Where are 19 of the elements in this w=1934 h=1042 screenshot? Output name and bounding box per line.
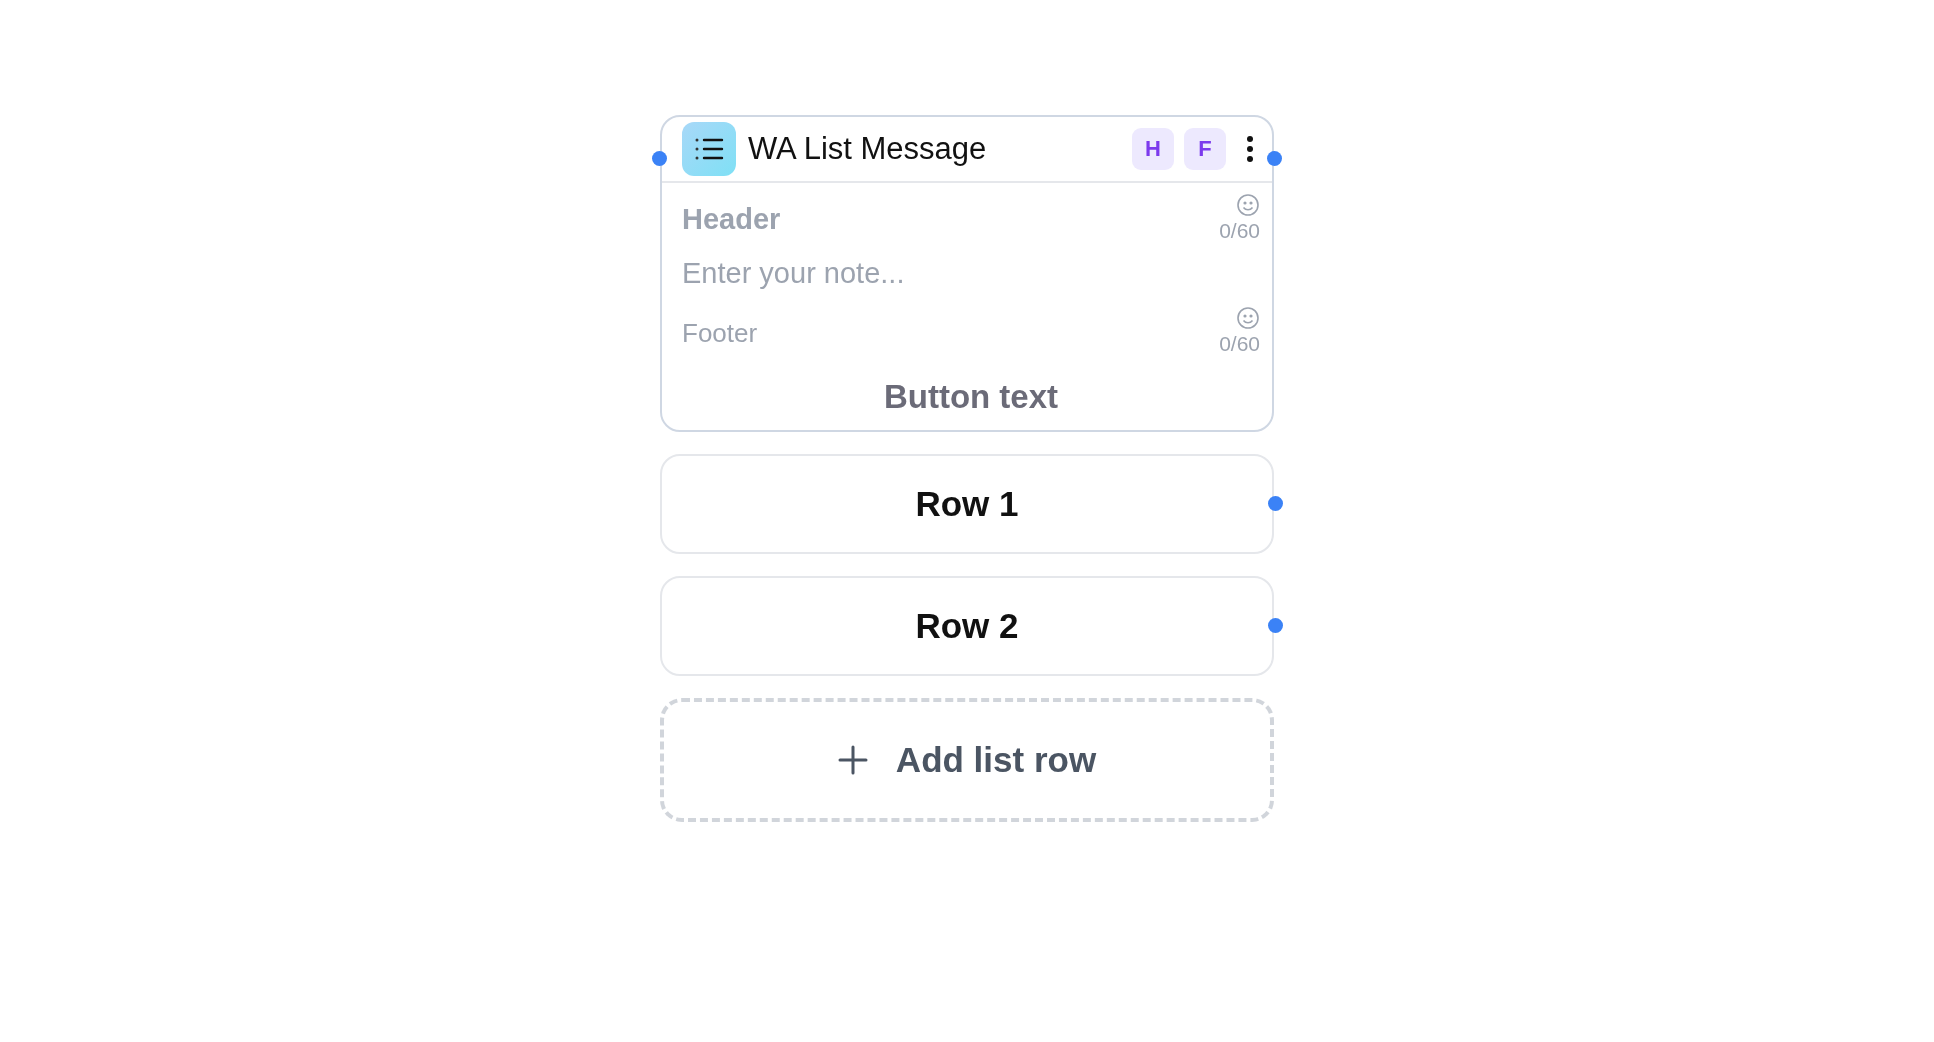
button-text-field[interactable]: Button text [682,378,1260,416]
char-counter: 0/60 [1219,219,1260,243]
more-icon[interactable] [1246,135,1254,163]
list-row[interactable]: Row 2 [660,576,1274,676]
add-row-button[interactable]: Add list row [660,698,1274,822]
connection-handle[interactable] [652,151,667,166]
list-row[interactable]: Row 1 [660,454,1274,554]
char-counter: 0/60 [1219,332,1260,356]
header-field[interactable]: Header [682,203,1102,236]
list-icon [682,122,736,176]
emoji-icon[interactable] [1236,306,1260,330]
plus-icon [837,745,868,775]
badge[interactable]: H [1132,128,1174,170]
badge[interactable]: F [1184,128,1226,170]
note-field[interactable]: Enter your note... [682,257,1242,290]
footer-field[interactable]: Footer [682,318,1102,349]
emoji-icon[interactable] [1236,193,1260,217]
connection-handle[interactable] [1267,151,1282,166]
node-title: WA List Message [748,131,988,167]
